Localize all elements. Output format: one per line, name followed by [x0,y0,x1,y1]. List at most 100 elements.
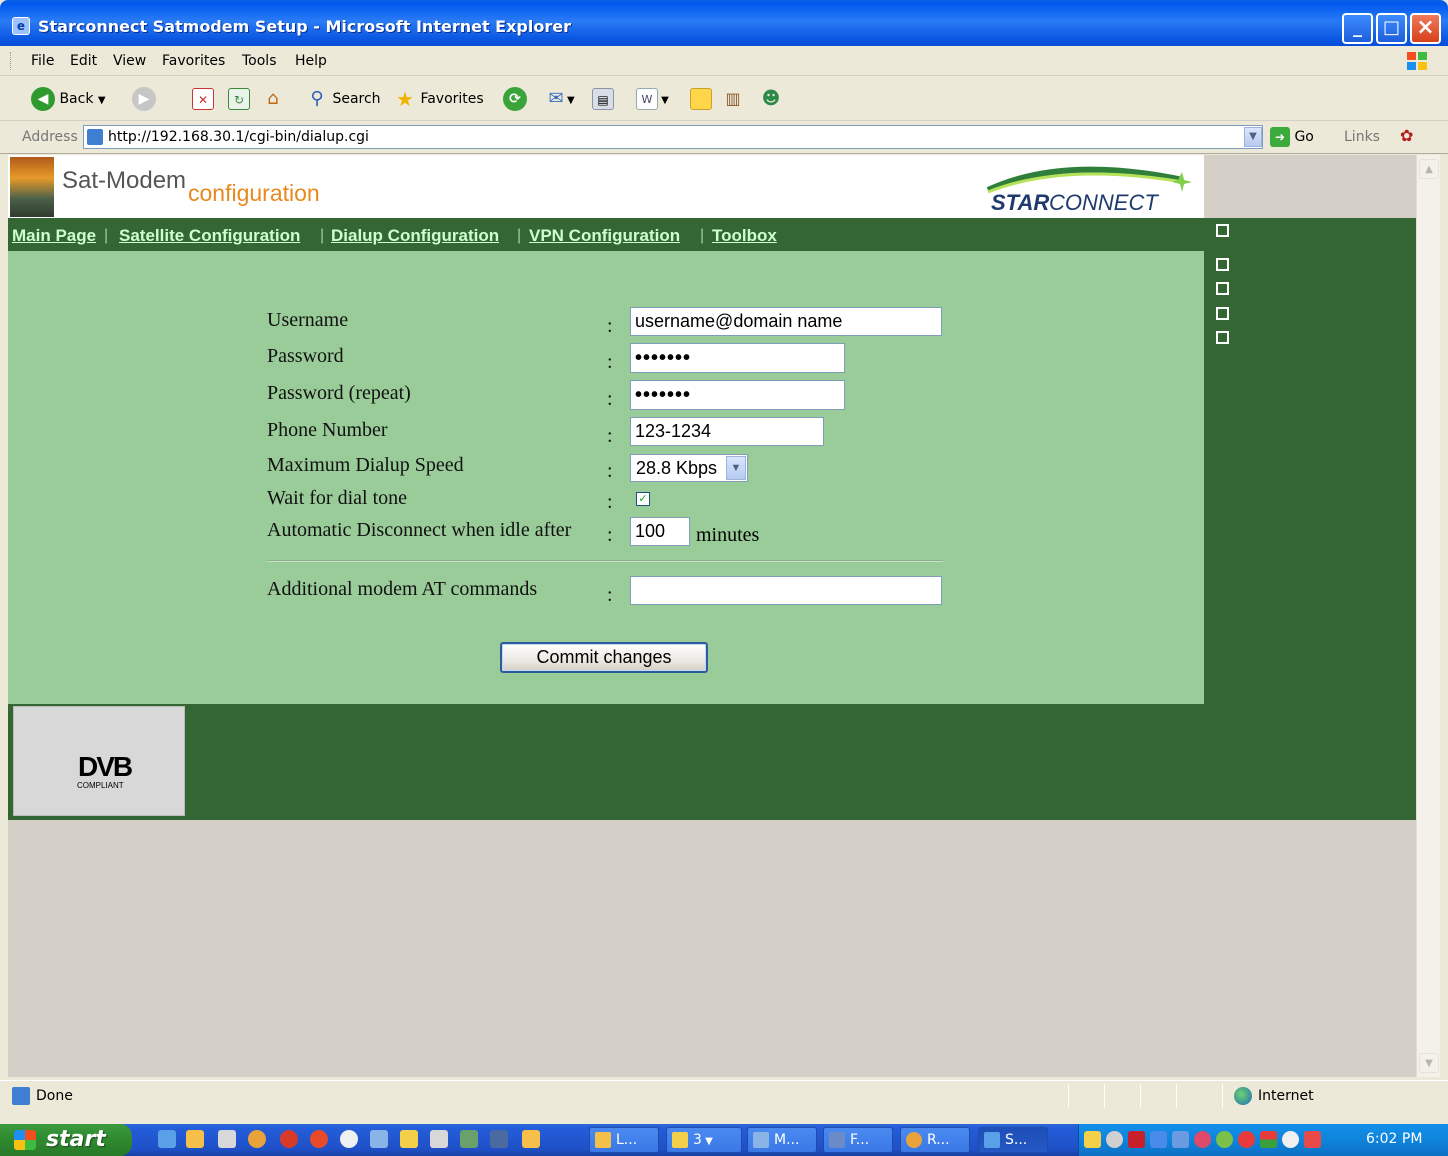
side-checkbox[interactable] [1216,224,1229,237]
nav-vpn-configuration[interactable]: VPN Configuration [529,226,680,246]
back-label: Back [59,91,94,107]
toolbar-extension-icon[interactable]: ✿ [1400,126,1422,148]
links-button[interactable]: Links [1344,129,1380,145]
tray-icon[interactable] [1194,1131,1211,1148]
nav-separator: | [320,227,325,244]
address-dropdown-button[interactable]: ▼ [1244,127,1262,147]
research-button[interactable]: ▥ [722,87,744,111]
idle-minutes-input[interactable]: 100 [630,517,690,546]
quicklaunch-app-icon[interactable] [280,1130,298,1148]
tray-icon[interactable] [1106,1131,1123,1148]
task-label: S... [1005,1132,1028,1148]
edit-button[interactable]: W ▼ [636,87,669,111]
tray-icon[interactable] [1260,1131,1277,1148]
go-label: Go [1294,129,1314,145]
quicklaunch-ie-icon[interactable] [158,1130,176,1148]
menu-tools[interactable]: Tools [242,53,277,69]
quicklaunch-app-icon[interactable] [370,1130,388,1148]
tray-icon[interactable] [1084,1131,1101,1148]
nav-main-page[interactable]: Main Page [12,226,96,246]
home-button[interactable]: ⌂ [262,87,284,111]
status-text: Done [12,1087,73,1105]
side-checkbox[interactable] [1216,307,1229,320]
stop-icon: ✕ [192,88,214,110]
password-input[interactable]: ••••••• [630,343,845,373]
tray-icon[interactable] [1238,1131,1255,1148]
address-input[interactable]: http://192.168.30.1/cgi-bin/dialup.cgi [83,125,1263,149]
close-button[interactable]: × [1410,13,1441,44]
quicklaunch-app-icon[interactable] [186,1130,204,1148]
tray-icon[interactable] [1150,1131,1167,1148]
favorites-button[interactable]: ★ Favorites [394,87,484,111]
quicklaunch-app-icon[interactable] [248,1130,266,1148]
title-bar[interactable]: e Starconnect Satmodem Setup - Microsoft… [0,0,1448,52]
commit-changes-button[interactable]: Commit changes [500,642,708,673]
menu-favorites[interactable]: Favorites [162,53,225,69]
side-checkbox[interactable] [1216,258,1229,271]
max-dialup-speed-select[interactable]: 28.8 Kbps ▼ [630,454,748,482]
task-label: 3 [693,1132,702,1148]
menu-file[interactable]: File [31,53,54,69]
search-label: Search [332,91,381,107]
nav-dialup-configuration[interactable]: Dialup Configuration [331,226,499,246]
clock[interactable]: 6:02 PM [1366,1131,1422,1147]
colon: : [607,388,613,410]
start-label: start [46,1127,106,1152]
go-button[interactable]: ➜ Go [1270,126,1314,148]
password-repeat-input[interactable]: ••••••• [630,380,845,410]
taskbar-task-active[interactable]: S... [978,1127,1048,1153]
quicklaunch-app-icon[interactable] [310,1130,328,1148]
start-button[interactable]: start [0,1124,132,1156]
scroll-up-icon[interactable]: ▲ [1419,159,1439,179]
discuss-button[interactable] [690,87,712,111]
dvb-logo-text: DVB [78,751,133,782]
side-checkbox[interactable] [1216,331,1229,344]
forward-button[interactable]: ▶ [132,87,156,111]
history-button[interactable]: ⟳ [503,87,527,111]
wait-dial-tone-checkbox[interactable]: ✓ [636,492,650,506]
at-commands-label: Additional modem AT commands [267,578,538,600]
quicklaunch-app-icon[interactable] [430,1130,448,1148]
nav-satellite-configuration[interactable]: Satellite Configuration [119,226,300,246]
taskbar-task[interactable]: L... [589,1127,659,1153]
tray-icon[interactable] [1216,1131,1233,1148]
nav-toolbox[interactable]: Toolbox [712,226,777,246]
phone-number-input[interactable]: 123-1234 [630,417,824,446]
quicklaunch-app-icon[interactable] [218,1130,236,1148]
tray-icon[interactable] [1128,1131,1145,1148]
tray-icon[interactable] [1282,1131,1299,1148]
taskbar-task[interactable]: M... [747,1127,817,1153]
taskbar-task[interactable]: R... [900,1127,970,1153]
print-button[interactable]: ▤ [592,87,614,111]
menu-view[interactable]: View [113,53,146,69]
printer-icon: ▤ [592,88,614,110]
side-checkbox[interactable] [1216,282,1229,295]
back-button[interactable]: ◀ Back ▼ [31,87,106,111]
colon: : [607,315,613,337]
tray-icon[interactable] [1172,1131,1189,1148]
vertical-scrollbar[interactable]: ▲ ▼ [1416,155,1440,1077]
quicklaunch-app-icon[interactable] [400,1130,418,1148]
taskbar-task[interactable]: F... [823,1127,893,1153]
search-button[interactable]: ⚲ Search [306,87,381,111]
scroll-down-icon[interactable]: ▼ [1419,1053,1439,1073]
maximize-button[interactable]: □ [1376,13,1407,44]
quicklaunch-app-icon[interactable] [340,1130,358,1148]
taskbar-task-group[interactable]: 3 ▼ [666,1127,742,1153]
tray-icon[interactable] [1304,1131,1321,1148]
menu-edit[interactable]: Edit [70,53,97,69]
at-commands-input[interactable] [630,576,942,605]
messenger-button[interactable]: ☻ [760,87,782,111]
minimize-button[interactable]: _ [1342,13,1373,44]
quicklaunch-app-icon[interactable] [460,1130,478,1148]
task-app-icon [595,1132,611,1148]
stop-button[interactable]: ✕ [192,87,214,111]
refresh-button[interactable]: ↻ [228,87,250,111]
mail-button[interactable]: ✉ ▼ [545,87,574,111]
speed-value: 28.8 Kbps [636,458,718,478]
menu-help[interactable]: Help [295,53,327,69]
username-input[interactable]: username@domain name [630,307,942,336]
colon: : [607,460,613,482]
quicklaunch-app-icon[interactable] [490,1130,508,1148]
quicklaunch-app-icon[interactable] [522,1130,540,1148]
